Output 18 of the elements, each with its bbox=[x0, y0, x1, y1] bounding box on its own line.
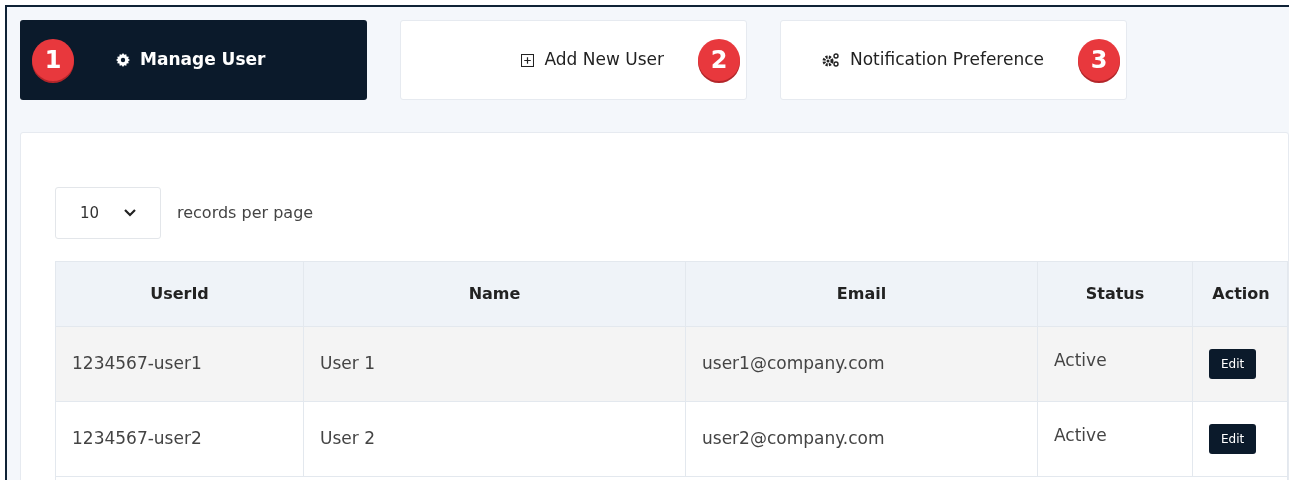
gear-icon bbox=[116, 53, 130, 67]
callout-badge: 2 bbox=[698, 39, 740, 81]
tab[interactable]: 1 Manage User bbox=[20, 20, 367, 100]
table-cell: User 2 bbox=[304, 402, 686, 476]
chevron-down-icon bbox=[124, 209, 136, 217]
gears-icon bbox=[821, 53, 840, 67]
table-cell: 1234567-user2 bbox=[56, 402, 304, 476]
table-cell: Active bbox=[1038, 402, 1193, 476]
page-size-label: records per page bbox=[177, 202, 314, 224]
tab[interactable]: Notification Preference 3 bbox=[780, 20, 1127, 100]
plus-square-icon bbox=[521, 53, 535, 67]
edit-button[interactable]: Edit bbox=[1209, 349, 1257, 379]
callout-badge: 3 bbox=[1078, 39, 1120, 81]
edit-button[interactable]: Edit bbox=[1209, 424, 1257, 454]
callout-badge: 1 bbox=[32, 39, 74, 81]
table-cell: user2@company.com bbox=[686, 402, 1038, 476]
page-size-select[interactable]: 10 bbox=[55, 187, 161, 239]
tab[interactable]: Add New User 2 bbox=[400, 20, 747, 100]
